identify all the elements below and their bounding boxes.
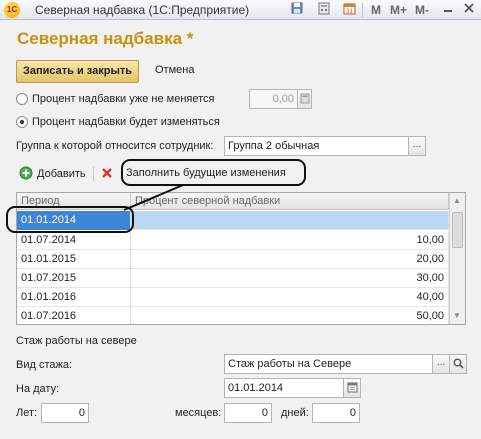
days-field[interactable]: 0 [312,403,360,423]
on-date-label: На дату: [16,383,60,395]
days-label: дней: [281,407,309,419]
search-icon[interactable] [449,354,467,374]
months-field[interactable]: 0 [224,403,272,423]
experience-type-label: Вид стажа: [16,359,73,371]
calendar-picker-icon[interactable] [343,378,361,398]
experience-type-field[interactable]: Стаж работы на Севере [224,354,433,374]
years-label: Лет: [16,407,38,419]
years-field[interactable]: 0 [41,403,89,423]
experience-section-label: Стаж работы на севере [16,335,137,347]
months-label: месяцев: [175,407,222,419]
on-date-field[interactable]: 01.01.2014 [224,378,344,398]
experience-type-select-button[interactable]: ... [432,354,450,374]
